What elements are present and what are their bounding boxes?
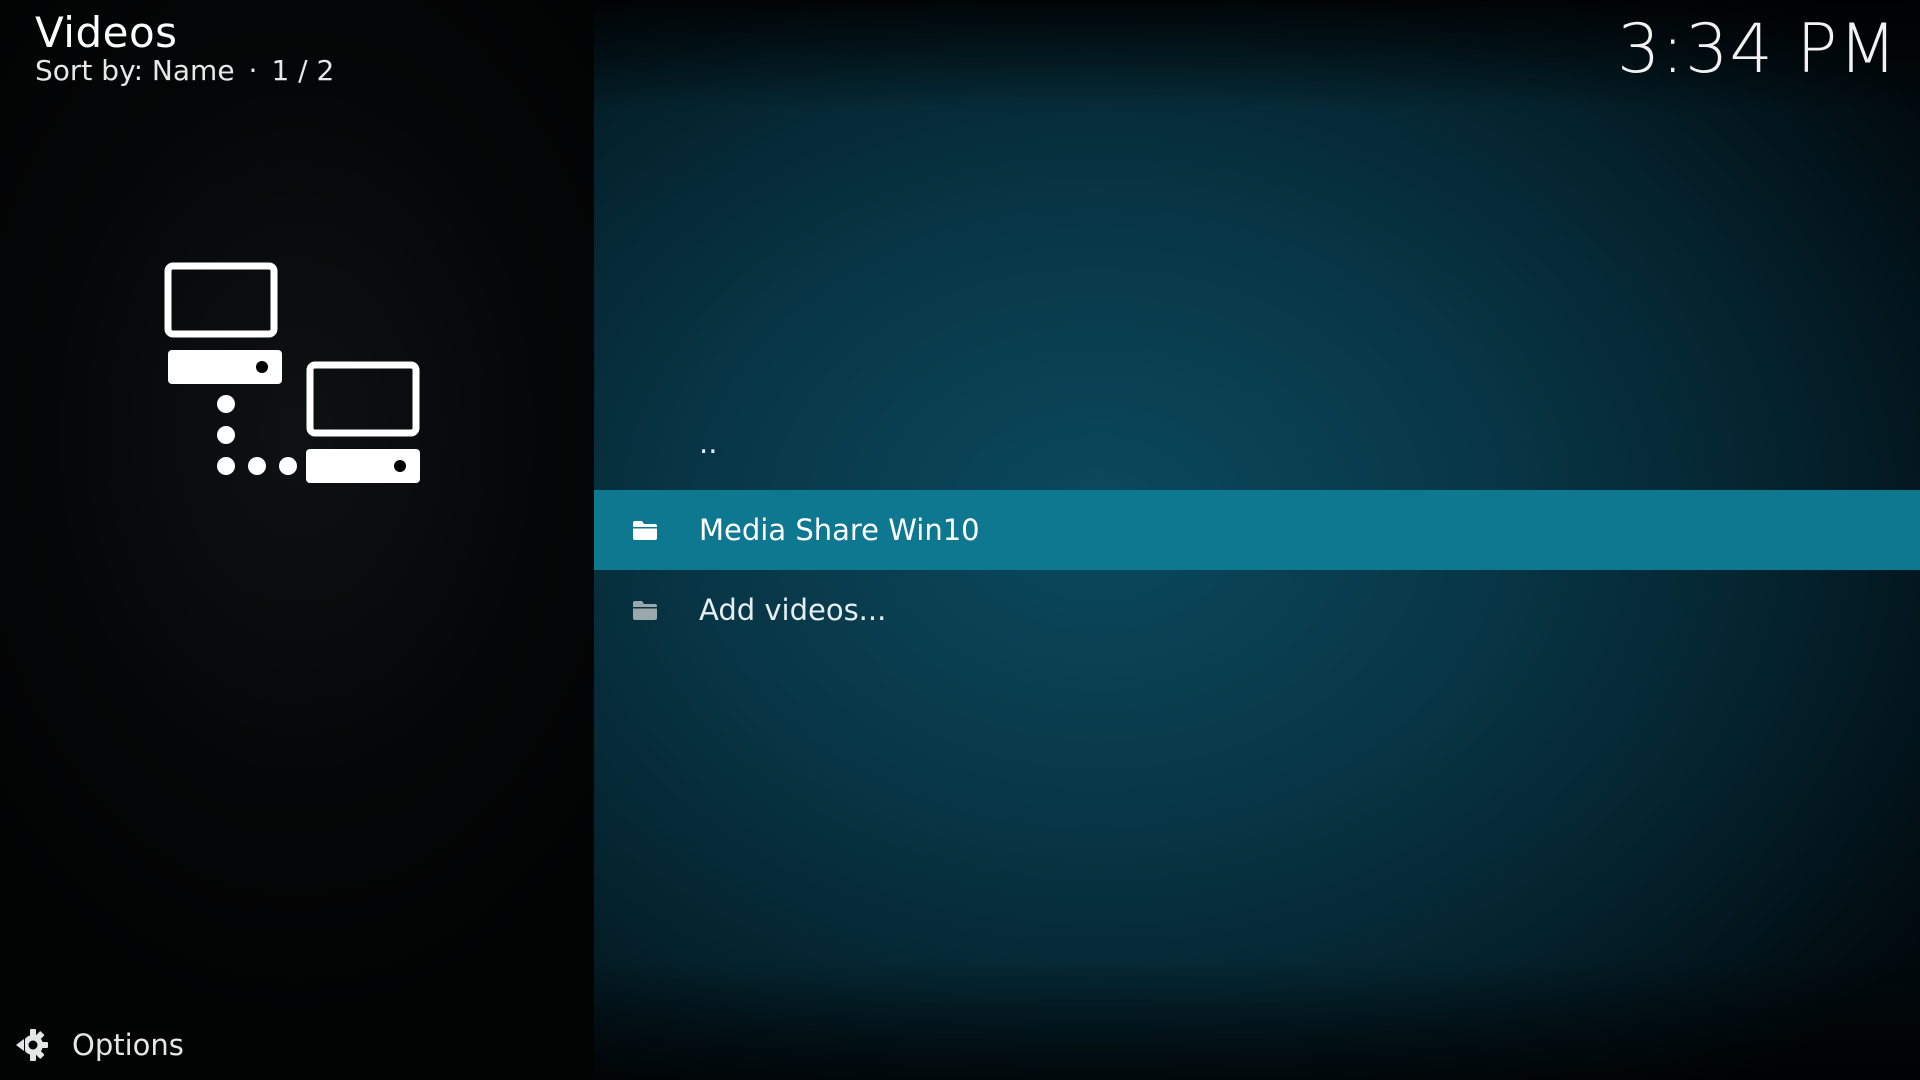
left-panel [0, 0, 594, 1080]
list-item-parent-folder[interactable]: .. [594, 410, 1920, 490]
list-item-media-share[interactable]: Media Share Win10 [594, 490, 1920, 570]
page-title: Videos [35, 8, 178, 57]
sort-label[interactable]: Sort by: Name [35, 54, 235, 87]
file-list: .. Media Share Win10 Add videos... [594, 410, 1920, 650]
gear-icon [14, 1028, 48, 1062]
options-label: Options [72, 1028, 184, 1062]
list-item-label: Add videos... [699, 593, 887, 627]
list-item-label: .. [699, 426, 718, 460]
options-button[interactable]: Options [14, 1028, 184, 1062]
folder-icon [632, 599, 658, 621]
sort-info: Sort by: Name · 1 / 2 [35, 54, 334, 87]
list-item-add-videos[interactable]: Add videos... [594, 570, 1920, 650]
videos-screen: Videos Sort by: Name · 1 / 2 3:34 PM .. … [0, 0, 1920, 1080]
list-item-label: Media Share Win10 [699, 513, 980, 547]
page-indicator: 1 / 2 [271, 54, 335, 87]
folder-icon [632, 519, 658, 541]
clock: 3:34 PM [1617, 10, 1898, 89]
network-icon [160, 258, 430, 498]
separator: · [248, 54, 258, 87]
